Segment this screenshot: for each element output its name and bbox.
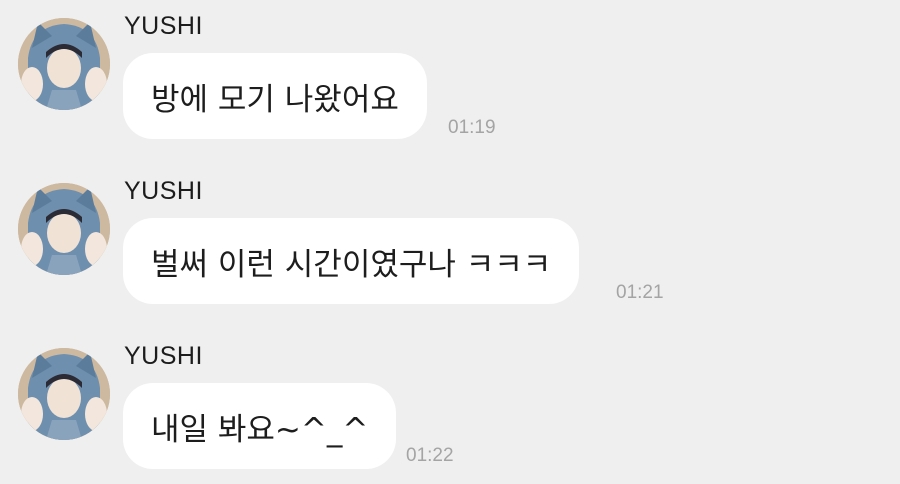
avatar[interactable] xyxy=(18,348,110,440)
sender-name: YUSHI xyxy=(124,342,203,370)
avatar-image xyxy=(18,183,110,275)
avatar[interactable] xyxy=(18,183,110,275)
message-bubble[interactable]: 방에 모기 나왔어요 xyxy=(123,53,427,139)
message-timestamp: 01:19 xyxy=(448,117,496,138)
avatar[interactable] xyxy=(18,18,110,110)
message-timestamp: 01:22 xyxy=(406,445,454,466)
sender-name: YUSHI xyxy=(124,12,203,40)
avatar-image xyxy=(18,18,110,110)
message-timestamp: 01:21 xyxy=(616,282,664,303)
avatar-image xyxy=(18,348,110,440)
message-bubble[interactable]: 내일 봐요~^_^ xyxy=(123,383,397,469)
sender-name: YUSHI xyxy=(124,177,203,205)
chat-view: YUSHI 방에 모기 나왔어요 01:19 YUSHI 벌써 이런 시간이였구… xyxy=(0,0,900,484)
message-bubble[interactable]: 벌써 이런 시간이였구나 ㅋㅋㅋ xyxy=(123,218,580,304)
